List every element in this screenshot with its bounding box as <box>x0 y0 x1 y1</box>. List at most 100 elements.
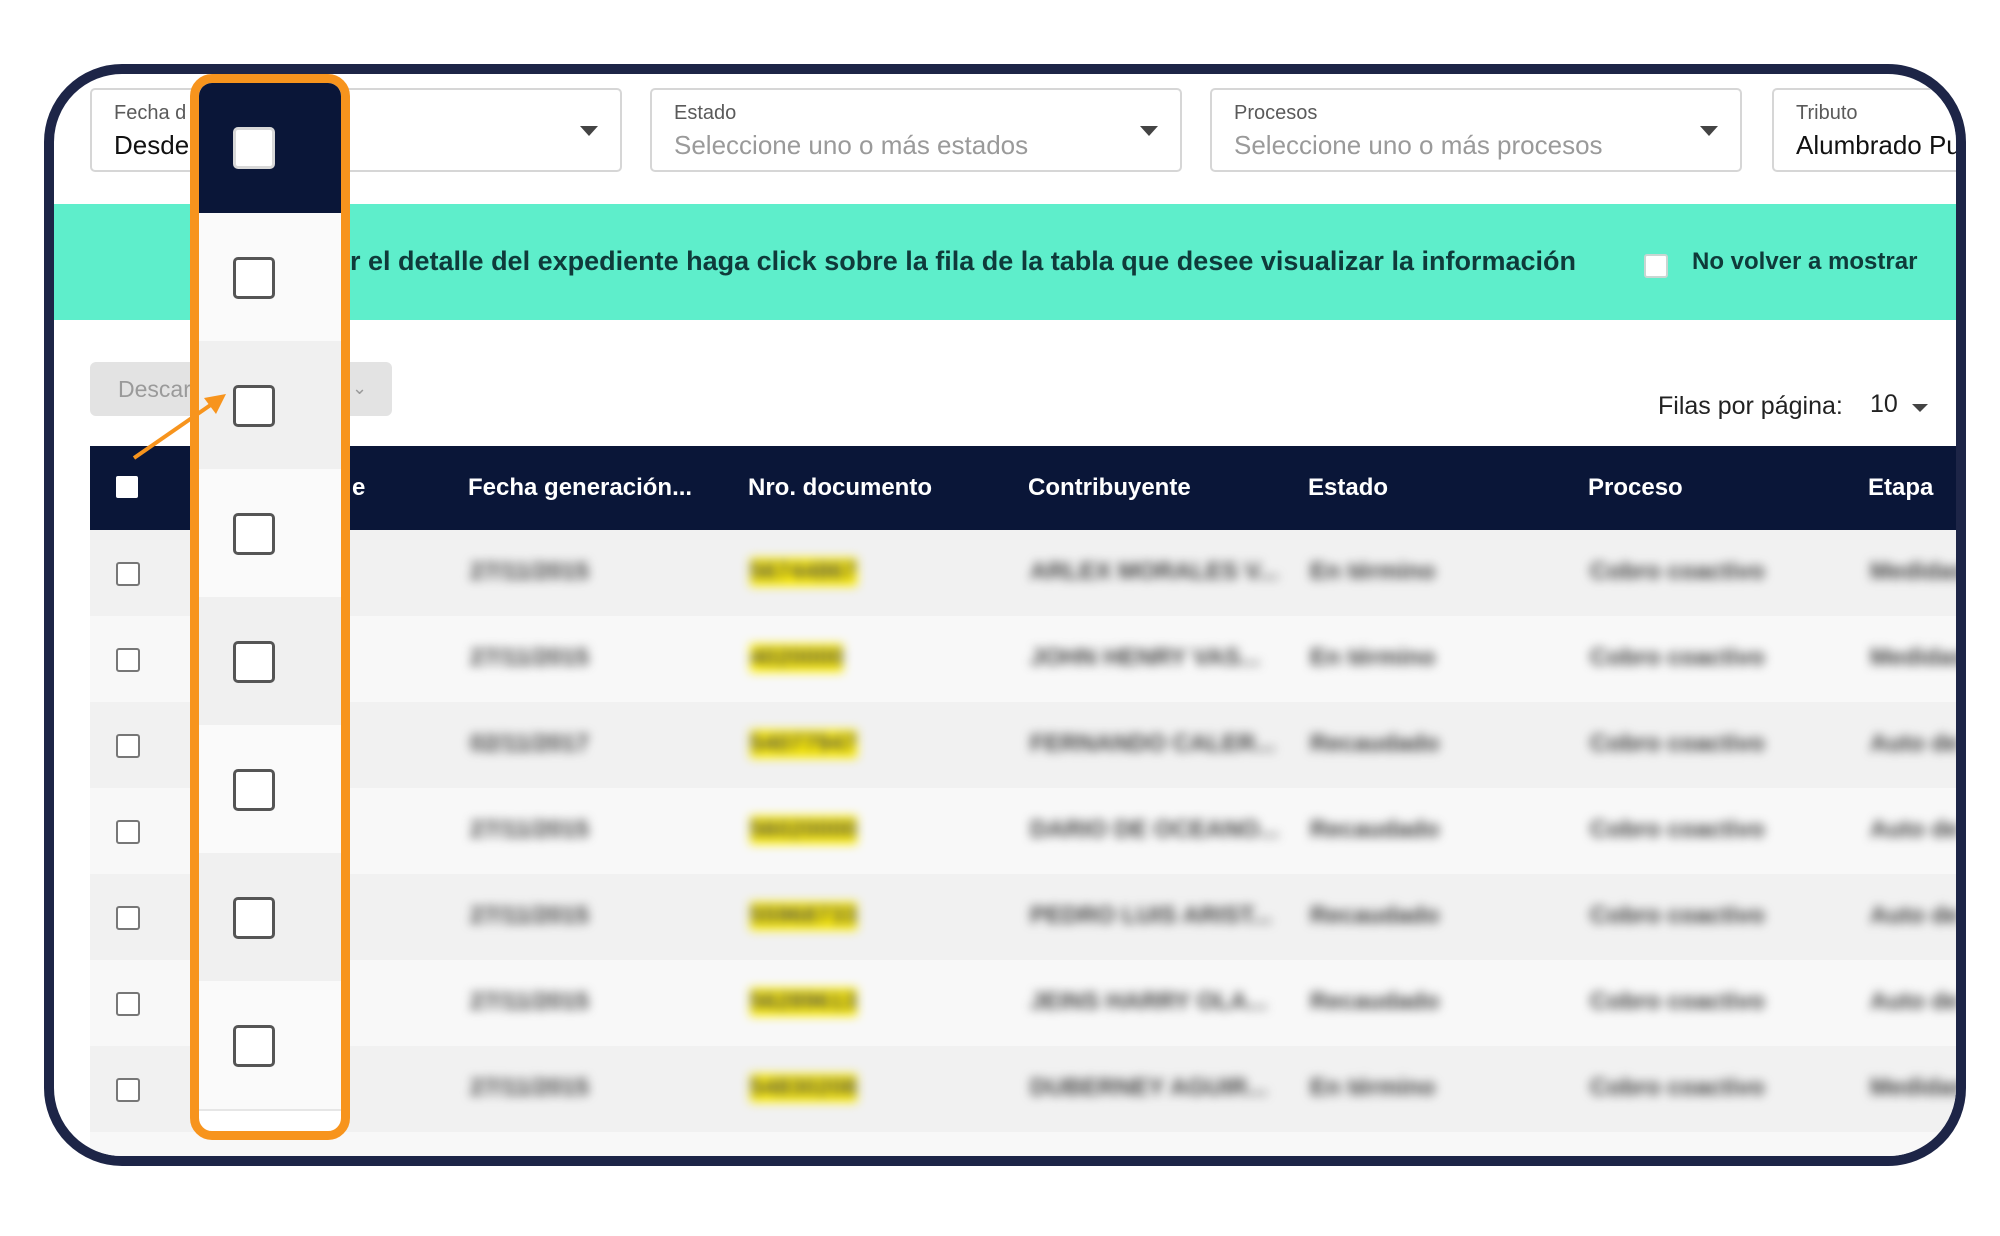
table-row[interactable]: 27/11/2015 56289613 JEINS HARRY OLA... R… <box>90 960 1960 1046</box>
chevron-down-icon: ⌄ <box>352 378 368 398</box>
cell-documento: 54077947 <box>750 730 857 758</box>
cell-proceso: Cobro coactivo <box>1590 1074 1765 1101</box>
cell-etapa: Auto de <box>1870 902 1960 929</box>
cell-fecha: 27/11/2015 <box>470 1074 589 1101</box>
tributo-label: Tributo <box>1796 102 1858 124</box>
row-checkbox[interactable] <box>116 820 140 844</box>
chevron-down-icon[interactable] <box>1700 126 1718 136</box>
date-filter-value: Desde <box>114 130 190 160</box>
screenshot-frame: Fecha d Desde Estado Seleccione uno o má… <box>44 64 1966 1166</box>
callout-row <box>199 725 341 855</box>
cell-fecha: 02/11/2017 <box>470 730 589 757</box>
table-row[interactable]: 27/11/2015 56020000 DARIO DE OCEANO... R… <box>90 788 1960 874</box>
callout-row <box>199 213 341 343</box>
column-header-contribuyente[interactable]: Contribuyente <box>1028 474 1191 502</box>
callout-row <box>199 981 341 1111</box>
row-checkbox[interactable] <box>116 906 140 930</box>
cell-contribuyente: ARLEX MORALES V... <box>1030 558 1279 585</box>
cell-estado: Recaudado <box>1310 902 1440 929</box>
dont-show-again-label[interactable]: No volver a mostrar <box>1692 248 1917 276</box>
callout-header <box>199 83 341 213</box>
row-checkbox[interactable] <box>116 562 140 586</box>
cell-fecha: 27/11/2015 <box>470 558 589 585</box>
cell-fecha: 27/11/2015 <box>470 902 589 929</box>
column-header-proceso[interactable]: Proceso <box>1588 474 1683 502</box>
cell-contribuyente: DUBERNEY AGUIR... <box>1030 1074 1268 1101</box>
callout-row <box>199 469 341 599</box>
cell-documento: 56020000 <box>750 816 857 844</box>
cell-etapa: Medidas <box>1870 558 1966 585</box>
cell-estado: En término <box>1310 558 1436 585</box>
column-header-fecha[interactable]: Fecha generación... <box>468 474 692 502</box>
select-all-checkbox[interactable] <box>233 127 275 169</box>
cell-proceso: Cobro coactivo <box>1590 730 1765 757</box>
checkbox-column-callout <box>190 74 350 1140</box>
cell-proceso: Cobro coactivo <box>1590 644 1765 671</box>
procesos-label: Procesos <box>1234 102 1318 124</box>
cell-etapa: Auto de <box>1870 988 1960 1015</box>
cell-documento: 4020000 <box>750 644 844 672</box>
row-checkbox[interactable] <box>233 513 275 555</box>
row-checkbox[interactable] <box>116 992 140 1016</box>
table-row[interactable]: 27/11/2015 4020000 JOHN HENRY VAS... En … <box>90 616 1966 702</box>
cell-contribuyente: PEDRO LUIS ARIST... <box>1030 902 1272 929</box>
procesos-placeholder: Seleccione uno o más procesos <box>1234 130 1603 160</box>
row-checkbox[interactable] <box>233 1025 275 1067</box>
cell-estado: En término <box>1310 644 1436 671</box>
table-row[interactable]: 27/11/2015 56744867 ARLEX MORALES V... E… <box>90 530 1966 616</box>
table-row[interactable] <box>90 1132 1956 1156</box>
row-checkbox[interactable] <box>233 257 275 299</box>
cell-contribuyente: JOHN HENRY VAS... <box>1030 644 1261 671</box>
cell-estado: En término <box>1310 1074 1436 1101</box>
table-header: e Fecha generación... Nro. documento Con… <box>90 446 1956 530</box>
table-row[interactable]: 27/11/2015 54830208 DUBERNEY AGUIR... En… <box>90 1046 1966 1132</box>
cell-documento: 56744867 <box>750 558 857 586</box>
banner-message: r el detalle del expediente haga click s… <box>350 246 1576 276</box>
cell-documento: 54830208 <box>750 1074 857 1102</box>
date-range-filter[interactable]: Fecha d Desde <box>90 88 622 172</box>
cell-etapa: Medidas <box>1870 1074 1966 1101</box>
cell-proceso: Cobro coactivo <box>1590 902 1765 929</box>
cell-proceso: Cobro coactivo <box>1590 816 1765 843</box>
rows-per-page-select[interactable]: 10 <box>1870 390 1898 419</box>
row-checkbox[interactable] <box>233 897 275 939</box>
row-checkbox[interactable] <box>233 641 275 683</box>
cell-estado: Recaudado <box>1310 816 1440 843</box>
tributo-select[interactable]: Tributo Alumbrado Pub <box>1772 88 1966 172</box>
chevron-down-icon[interactable] <box>1912 404 1928 412</box>
column-header-estado[interactable]: Estado <box>1308 474 1388 502</box>
column-header-documento[interactable]: Nro. documento <box>748 474 932 502</box>
cell-documento: 55968733 <box>750 902 857 930</box>
rows-per-page-label: Filas por página: <box>1658 392 1843 420</box>
chevron-down-icon[interactable] <box>1140 126 1158 136</box>
cell-etapa: Medidas <box>1870 644 1966 671</box>
column-header-etapa[interactable]: Etapa <box>1868 474 1933 502</box>
callout-row <box>199 853 341 983</box>
row-checkbox[interactable] <box>116 1078 140 1102</box>
cell-documento: 56289613 <box>750 988 857 1016</box>
cell-proceso: Cobro coactivo <box>1590 558 1765 585</box>
row-checkbox[interactable] <box>116 648 140 672</box>
estado-select[interactable]: Estado Seleccione uno o más estados <box>650 88 1182 172</box>
cell-proceso: Cobro coactivo <box>1590 988 1765 1015</box>
date-filter-label: Fecha d <box>114 102 187 124</box>
column-header[interactable]: e <box>352 474 365 502</box>
dont-show-again-checkbox[interactable] <box>1644 254 1668 278</box>
estado-label: Estado <box>674 102 737 124</box>
row-checkbox[interactable] <box>116 734 140 758</box>
table-row[interactable]: 02/11/2017 54077947 FERNANDO CALER... Re… <box>90 702 1960 788</box>
chevron-down-icon[interactable] <box>580 126 598 136</box>
cell-estado: Recaudado <box>1310 730 1440 757</box>
row-checkbox[interactable] <box>233 769 275 811</box>
table-row[interactable]: 27/11/2015 55968733 PEDRO LUIS ARIST... … <box>90 874 1960 960</box>
cell-contribuyente: DARIO DE OCEANO... <box>1030 816 1280 843</box>
cell-contribuyente: FERNANDO CALER... <box>1030 730 1276 757</box>
procesos-select[interactable]: Procesos Seleccione uno o más procesos <box>1210 88 1742 172</box>
cell-etapa: Auto de <box>1870 730 1960 757</box>
tributo-value: Alumbrado Pub <box>1796 130 1966 160</box>
cell-estado: Recaudado <box>1310 988 1440 1015</box>
cell-etapa: Auto de <box>1870 816 1960 843</box>
cell-contribuyente: JEINS HARRY OLA... <box>1030 988 1268 1015</box>
cell-fecha: 27/11/2015 <box>470 644 589 671</box>
pointer-arrow-icon <box>132 394 226 460</box>
